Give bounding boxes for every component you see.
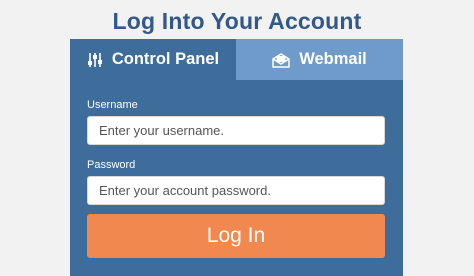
password-input[interactable] [87, 176, 385, 205]
username-label: Username [87, 99, 138, 111]
tab-control-panel[interactable]: Control Panel [70, 39, 236, 80]
sliders-icon [87, 52, 103, 68]
password-label: Password [87, 159, 136, 171]
page-title: Log Into Your Account [112, 8, 362, 34]
login-panel: Control Panel Webmail Username Password … [70, 39, 403, 276]
envelope-icon [272, 52, 290, 68]
tab-webmail-label: Webmail [299, 50, 367, 68]
tab-webmail[interactable]: Webmail [236, 39, 403, 80]
username-input[interactable] [87, 116, 385, 145]
login-button[interactable]: Log In [87, 214, 385, 258]
tab-control-panel-label: Control Panel [111, 50, 220, 68]
login-tabs: Control Panel Webmail [70, 39, 403, 80]
